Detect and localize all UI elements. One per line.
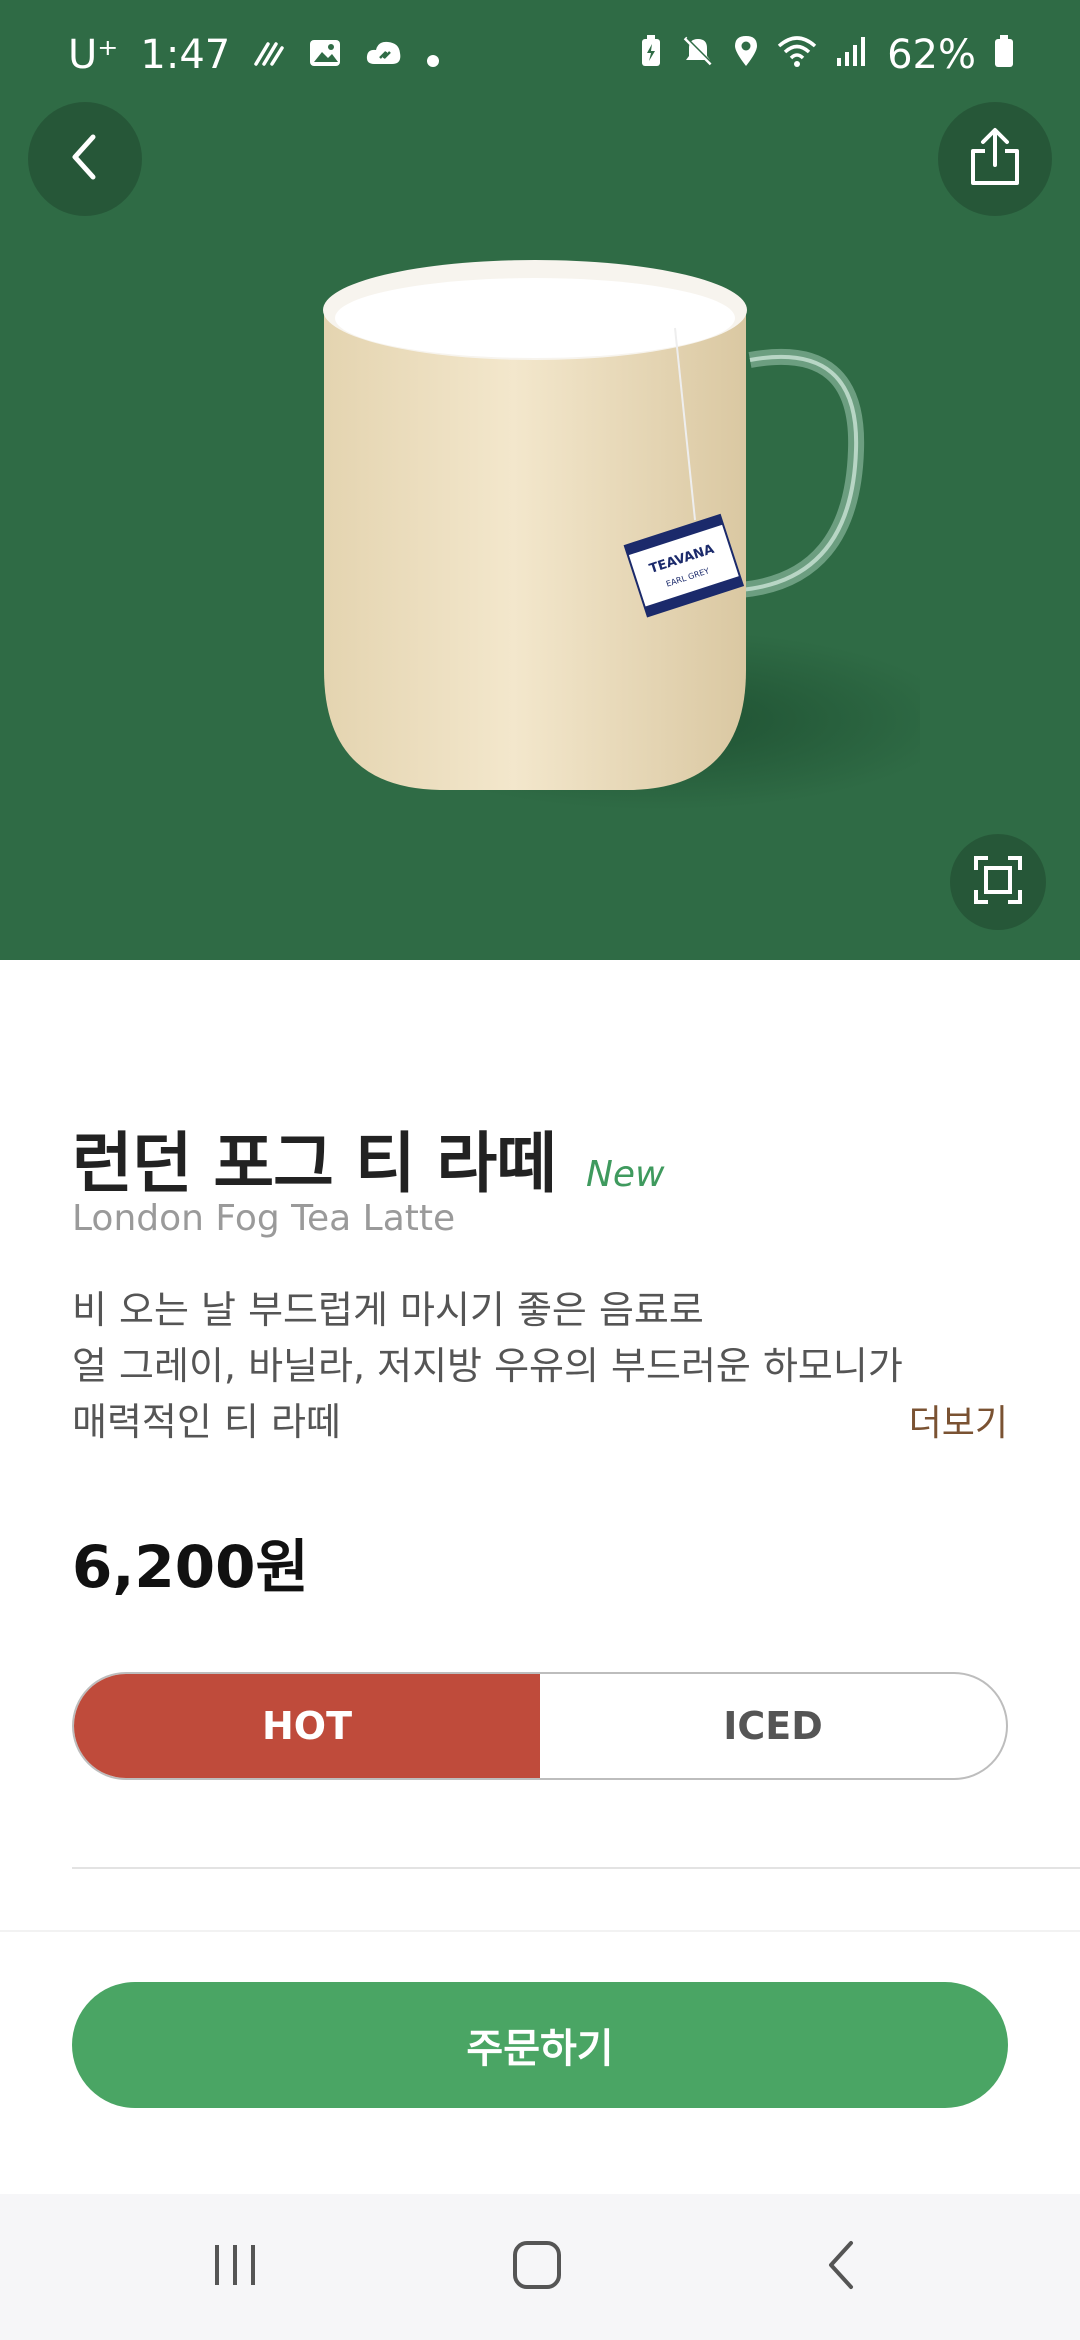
product-image-area: U⁺ 1:47 62% TEAVANA EARL GREY (0, 0, 1080, 960)
more-link[interactable]: 더보기 (909, 1394, 1008, 1446)
battery-icon (994, 32, 1014, 78)
description-line: 매력적인 티 라떼 (72, 1400, 341, 1444)
battery-percent: 62% (887, 32, 976, 78)
gallery-icon (308, 32, 342, 78)
location-icon (733, 32, 759, 78)
iced-option[interactable]: ICED (540, 1674, 1006, 1778)
order-button[interactable]: 주문하기 (72, 1982, 1008, 2108)
new-badge: New (585, 1154, 665, 1195)
bottom-action-bar: 주문하기 (0, 1930, 1080, 2196)
description-line: 비 오는 날 부드럽게 마시기 좋은 음료로 (72, 1288, 704, 1332)
chevron-left-icon (65, 131, 105, 187)
product-description: 비 오는 날 부드럽게 마시기 좋은 음료로 얼 그레이, 바닐라, 저지방 우… (72, 1282, 972, 1450)
share-icon (963, 125, 1027, 193)
clock: 1:47 (140, 32, 231, 78)
back-icon (821, 2237, 861, 2297)
expand-image-button[interactable] (950, 834, 1046, 930)
status-bar: U⁺ 1:47 62% (0, 0, 1080, 110)
cloud-icon (364, 32, 404, 78)
home-button[interactable] (492, 2234, 582, 2300)
mute-icon (681, 32, 715, 78)
product-name: 런던 포그 티 라떼 (72, 1125, 557, 1202)
title-row: 런던 포그 티 라떼 New (72, 1110, 665, 1206)
data-saver-icon (252, 32, 286, 78)
home-icon (509, 2237, 565, 2297)
description-line: 얼 그레이, 바닐라, 저지방 우유의 부드러운 하모니가 (72, 1344, 903, 1388)
battery-saver-icon (639, 32, 663, 78)
wifi-icon (777, 32, 817, 78)
back-button[interactable] (28, 102, 142, 216)
recents-button[interactable] (190, 2234, 280, 2300)
system-back-button[interactable] (796, 2234, 886, 2300)
hot-option[interactable]: HOT (74, 1674, 540, 1778)
product-name-english: London Fog Tea Latte (72, 1198, 456, 1239)
share-button[interactable] (938, 102, 1052, 216)
divider (72, 1867, 1080, 1869)
expand-icon (972, 854, 1024, 910)
carrier-label: U⁺ (68, 32, 119, 78)
notification-dot-icon (426, 32, 440, 78)
temperature-toggle: HOT ICED (72, 1672, 1008, 1780)
status-right: 62% (639, 32, 1014, 78)
status-left: U⁺ 1:47 (68, 32, 440, 78)
price: 6,200원 (72, 1533, 309, 1601)
system-nav-bar (0, 2194, 1080, 2340)
product-image: TEAVANA EARL GREY (300, 250, 960, 830)
recents-icon (209, 2239, 261, 2295)
signal-icon (835, 32, 869, 78)
